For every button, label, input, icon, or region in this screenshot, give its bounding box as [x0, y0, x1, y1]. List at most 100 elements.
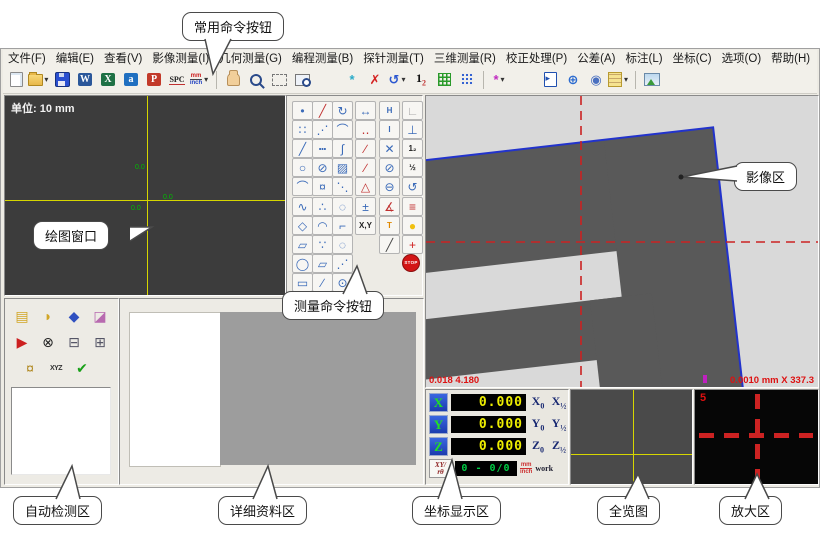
text-tool[interactable]: T	[379, 216, 400, 235]
cad-export-button[interactable]: P	[143, 69, 165, 91]
menu-item-a[interactable]: 公差(A)	[572, 50, 620, 66]
x-zero-button[interactable]: X0	[529, 394, 547, 410]
circle-line-tool[interactable]: ⊘	[379, 158, 400, 177]
xy-coordinate-tool[interactable]: X,Y	[355, 216, 376, 235]
circle-scan-tool[interactable]: ⊙	[332, 273, 353, 292]
plane-tool[interactable]: ▱	[312, 254, 333, 273]
clean-icon[interactable]: ◪	[91, 307, 109, 325]
line-angle-tool[interactable]: ∕	[355, 139, 376, 158]
menu-item-g[interactable]: 几何测量(G)	[214, 50, 287, 66]
arc-tool[interactable]: ⌒	[292, 177, 313, 196]
tools-icon[interactable]: ¤	[21, 359, 39, 377]
y-axis-button[interactable]: Y	[429, 415, 448, 434]
y-zero-button[interactable]: Y0	[529, 416, 547, 432]
polygon-tool[interactable]: ▱	[292, 235, 313, 254]
scan-line-tool[interactable]: ⋰	[312, 120, 333, 139]
dot-grid-button[interactable]	[456, 69, 478, 91]
tree-view-icon[interactable]: ⊟	[65, 333, 83, 351]
dropdown-caret-icon[interactable]: ▾	[43, 75, 50, 84]
angle-tool[interactable]: △	[355, 177, 376, 196]
arc-measure-tool[interactable]: ◠	[312, 216, 333, 235]
width-tool[interactable]: I	[379, 120, 400, 139]
z-zero-button[interactable]: Z0	[529, 438, 547, 454]
menu-item-h[interactable]: 帮助(H)	[766, 50, 815, 66]
x-axis-button[interactable]: X	[429, 393, 448, 412]
dash-line-tool[interactable]: ┅	[312, 139, 333, 158]
distance-h-tool[interactable]: ↔	[355, 101, 376, 120]
excel-export-button[interactable]: X	[97, 69, 119, 91]
gear-tool[interactable]: ¤	[312, 177, 333, 196]
xy-rtheta-mode-button[interactable]: XY/rθ	[429, 459, 452, 478]
door-button[interactable]	[539, 69, 561, 91]
mm-inch-toggle[interactable]: mminch	[520, 462, 532, 475]
menu-item-b[interactable]: 编程测量(B)	[287, 50, 358, 66]
point-tool[interactable]: •	[292, 101, 313, 120]
tile-view-icon[interactable]: ⊞	[91, 333, 109, 351]
rotate-tool[interactable]: ↺	[402, 177, 423, 196]
circle-tool[interactable]: ○	[292, 158, 313, 177]
menu-item-e[interactable]: 编辑(E)	[51, 50, 99, 66]
pattern-tool[interactable]: ∵	[312, 235, 333, 254]
media-button[interactable]: ◉	[585, 69, 607, 91]
notes-button[interactable]: ▾	[608, 69, 630, 91]
curve-tool[interactable]: ∿	[292, 197, 313, 216]
menu-item-r[interactable]: 三维测量(R)	[429, 50, 501, 66]
spline-tool[interactable]: ∫	[332, 139, 353, 158]
corner-curve-tool[interactable]: ⌐	[332, 216, 353, 235]
open-doc-icon[interactable]: ◗	[39, 307, 57, 325]
cross-lines-tool[interactable]: ✕	[379, 139, 400, 158]
half-distance-tool[interactable]: ½	[402, 158, 423, 177]
select-region-button[interactable]	[268, 69, 290, 91]
delete-button[interactable]: ✗	[364, 69, 386, 91]
menu-item-t[interactable]: 探针测量(T)	[358, 50, 429, 66]
pan-hand-button[interactable]	[222, 69, 244, 91]
hatch-region-tool[interactable]: ▨	[332, 158, 353, 177]
z-axis-button[interactable]: Z	[429, 437, 448, 456]
line-point-tool[interactable]: ∕	[355, 158, 376, 177]
undo-button[interactable]: ↺▾	[387, 69, 409, 91]
work-coordinate-button[interactable]: work	[535, 464, 553, 473]
corner-tool[interactable]: ∟	[402, 101, 423, 120]
angle-measure-tool[interactable]: ∡	[379, 197, 400, 216]
height-tool[interactable]: H	[379, 101, 400, 120]
cluster-tool[interactable]: ∴	[312, 197, 333, 216]
confirm-icon[interactable]: ✔	[73, 359, 91, 377]
package-icon[interactable]: ◆	[65, 307, 83, 325]
xyz-icon[interactable]: XYZ	[47, 359, 65, 377]
rhombus-tool[interactable]: ◇	[292, 216, 313, 235]
slot-tool[interactable]: ▭	[292, 273, 313, 292]
y-half-button[interactable]: Y½	[550, 416, 568, 432]
menu-item-i[interactable]: 影像测量(I)	[147, 50, 214, 66]
pointer-tool-button[interactable]: *	[341, 69, 363, 91]
sequence-tool[interactable]: 1₂	[402, 139, 423, 158]
zoom-window-button[interactable]	[291, 69, 313, 91]
crop-line-tool[interactable]: ╱	[312, 101, 333, 120]
point-array-tool[interactable]: ∷	[292, 120, 313, 139]
menu-item-p[interactable]: 校正处理(P)	[501, 50, 572, 66]
ellipse-tool[interactable]: ◯	[292, 254, 313, 273]
unit-mm-inch-button[interactable]: mminch▾	[189, 69, 211, 91]
edge-tool[interactable]: ∕	[312, 273, 333, 292]
magnifier-area[interactable]: 5	[694, 389, 819, 485]
report-a-button[interactable]: a	[120, 69, 142, 91]
menu-item-f[interactable]: 文件(F)	[3, 50, 51, 66]
rotate-arc-tool[interactable]: ↻	[332, 101, 353, 120]
lamp-tool[interactable]: ●	[402, 216, 423, 235]
new-file-button[interactable]	[5, 69, 27, 91]
cylinder-tool[interactable]: ⊘	[312, 158, 333, 177]
menu-item-l[interactable]: 标注(L)	[621, 50, 668, 66]
dashed-circle-tool[interactable]: ◌	[332, 197, 353, 216]
two-point-tool[interactable]: ‥	[355, 120, 376, 139]
calc-tool[interactable]: ±	[355, 197, 376, 216]
detail-content-pane[interactable]	[220, 312, 416, 465]
dashed-ellipse-tool[interactable]: ◌	[332, 235, 353, 254]
image-view-button[interactable]	[641, 69, 663, 91]
stop-button[interactable]: STOP	[402, 254, 420, 272]
word-export-button[interactable]: W	[74, 69, 96, 91]
dropdown-caret-icon[interactable]: ▾	[622, 75, 630, 84]
dropdown-caret-icon[interactable]: ▾	[399, 75, 407, 84]
spc-button[interactable]: SPC	[166, 69, 188, 91]
diag-scan-tool[interactable]: ⋰	[332, 254, 353, 273]
image-area[interactable]: 0.018 4.180 0.0010 mm X 337.3	[425, 95, 819, 388]
menu-item-c[interactable]: 坐标(C)	[668, 50, 717, 66]
